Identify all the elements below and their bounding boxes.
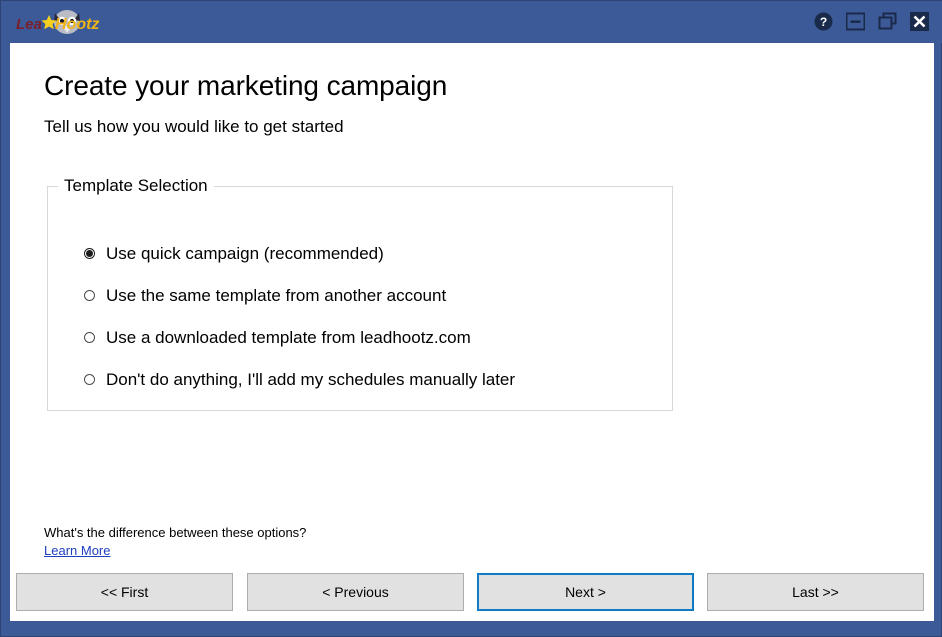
- leadhootz-logo: Lea Hootz: [15, 9, 115, 37]
- radio-indicator-icon: [84, 373, 97, 387]
- radio-option-downloaded-template[interactable]: Use a downloaded template from leadhootz…: [84, 317, 654, 359]
- radio-option-label: Don't do anything, I'll add my schedules…: [106, 370, 516, 389]
- radio-indicator-icon: [84, 289, 97, 303]
- close-icon[interactable]: [910, 12, 929, 31]
- svg-text:?: ?: [820, 15, 827, 29]
- help-question-text: What's the difference between these opti…: [44, 525, 307, 540]
- radio-option-same-template[interactable]: Use the same template from another accou…: [84, 275, 654, 317]
- radio-option-quick-campaign[interactable]: Use quick campaign (recommended): [84, 233, 654, 275]
- radio-indicator-icon: [84, 331, 97, 345]
- first-button[interactable]: << First: [16, 573, 233, 611]
- template-selection-radio-group: Use quick campaign (recommended) Use the…: [84, 233, 654, 401]
- application-window: Lea Hootz ? Create your marketing campai…: [0, 0, 942, 637]
- next-button[interactable]: Next >: [477, 573, 694, 611]
- radio-indicator-icon: [84, 247, 97, 261]
- svg-text:Hootz: Hootz: [55, 16, 99, 33]
- radio-option-label: Use quick campaign (recommended): [106, 244, 384, 263]
- radio-option-do-nothing[interactable]: Don't do anything, I'll add my schedules…: [84, 359, 654, 401]
- radio-option-label: Use a downloaded template from leadhootz…: [106, 328, 471, 347]
- radio-option-label: Use the same template from another accou…: [106, 286, 447, 305]
- groupbox-legend: Template Selection: [58, 176, 214, 196]
- minimize-icon[interactable]: [846, 12, 865, 31]
- help-icon[interactable]: ?: [814, 12, 833, 31]
- last-button[interactable]: Last >>: [707, 573, 924, 611]
- page-title: Create your marketing campaign: [44, 70, 448, 101]
- previous-button[interactable]: < Previous: [247, 573, 464, 611]
- window-controls: ?: [814, 12, 929, 31]
- learn-more-link[interactable]: Learn More: [44, 543, 110, 558]
- help-block: What's the difference between these opti…: [44, 525, 306, 560]
- title-bar: Lea Hootz ?: [1, 1, 942, 43]
- page-subtitle: Tell us how you would like to get starte…: [44, 117, 344, 136]
- restore-icon[interactable]: [878, 12, 897, 31]
- wizard-navigation-bar: << First < Previous Next > Last >>: [10, 573, 934, 621]
- client-area: Create your marketing campaign Tell us h…: [10, 43, 934, 621]
- svg-text:Lea: Lea: [16, 16, 42, 33]
